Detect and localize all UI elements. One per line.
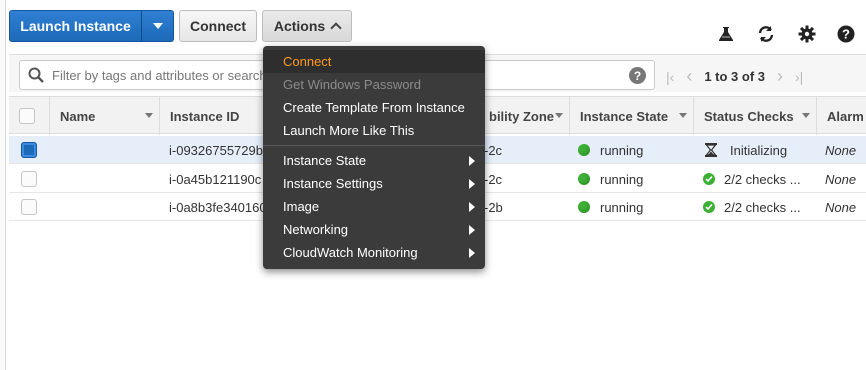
- menu-item-label: CloudWatch Monitoring: [283, 245, 418, 260]
- menu-item-label: Launch More Like This: [283, 123, 415, 138]
- column-header-status-checks[interactable]: Status Checks: [693, 97, 816, 135]
- chevron-right-icon: [469, 156, 475, 166]
- menu-item-instance-settings[interactable]: Instance Settings: [263, 172, 485, 195]
- column-header-instance-state[interactable]: Instance State: [569, 97, 693, 135]
- alarm-status: None: [825, 171, 857, 187]
- first-page-icon[interactable]: |‹: [666, 69, 674, 85]
- instance-name: [59, 165, 159, 193]
- column-header-az-label: bility Zone: [489, 108, 554, 124]
- instance-state-label: running: [600, 142, 644, 158]
- menu-item-image[interactable]: Image: [263, 195, 485, 218]
- row-select-cell: [21, 193, 37, 221]
- menu-item-connect[interactable]: Connect: [263, 50, 485, 73]
- menu-item-cloudwatch-monitoring[interactable]: CloudWatch Monitoring: [263, 241, 485, 264]
- connect-label: Connect: [190, 18, 246, 34]
- refresh-icon[interactable]: [756, 24, 776, 44]
- hourglass-icon: [705, 143, 717, 157]
- check-circle-icon: [703, 201, 715, 213]
- column-header-instance-id-label: Instance ID: [170, 108, 240, 124]
- running-status-icon: [578, 201, 590, 213]
- sort-caret-icon: [555, 113, 563, 118]
- instance-state: running: [578, 136, 688, 164]
- column-header-status-label: Status Checks: [704, 108, 794, 124]
- menu-item-instance-state[interactable]: Instance State: [263, 149, 485, 172]
- gear-icon[interactable]: [797, 24, 817, 44]
- sort-caret-icon: [679, 113, 687, 118]
- status-checks-label: 2/2 checks ...: [724, 199, 801, 215]
- chevron-down-icon: [152, 23, 163, 29]
- status-checks-label: Initializing: [730, 142, 788, 158]
- actions-menu: Connect Get Windows Password Create Temp…: [263, 46, 485, 269]
- instance-state: running: [578, 165, 688, 193]
- menu-item-label: Instance Settings: [283, 176, 383, 191]
- menu-item-networking[interactable]: Networking: [263, 218, 485, 241]
- sort-caret-icon: [145, 113, 153, 118]
- running-status-icon: [578, 173, 590, 185]
- page-range: 1 to 3 of 3: [704, 69, 765, 84]
- launch-instance-button[interactable]: Launch Instance: [9, 10, 142, 42]
- prev-page-icon[interactable]: ‹: [686, 66, 692, 87]
- column-header-alarm-status[interactable]: Alarm: [816, 97, 866, 135]
- launch-options-dropdown-button[interactable]: [141, 10, 174, 42]
- pagination: |‹ ‹ 1 to 3 of 3 › ›|: [666, 66, 803, 87]
- row-select-cell: [21, 165, 37, 193]
- select-all-cell: [9, 97, 49, 135]
- menu-item-label: Image: [283, 199, 320, 214]
- connect-button[interactable]: Connect: [179, 10, 257, 42]
- column-header-state-label: Instance State: [580, 108, 669, 124]
- launch-instance-label: Launch Instance: [20, 18, 131, 34]
- help-icon[interactable]: ?: [836, 24, 856, 44]
- sort-caret-icon: [802, 113, 810, 118]
- menu-item-get-windows-password: Get Windows Password: [263, 73, 485, 96]
- svg-text:?: ?: [842, 27, 850, 42]
- availability-zone: -2c: [484, 142, 503, 158]
- alarm-status: None: [825, 199, 857, 215]
- column-header-name-label: Name: [60, 108, 96, 124]
- column-header-availability-zone[interactable]: bility Zone: [479, 97, 569, 135]
- menu-item-label: Create Template From Instance: [283, 100, 465, 115]
- menu-item-label: Get Windows Password: [283, 77, 421, 92]
- column-header-alarm-label: Alarm: [827, 108, 864, 124]
- row-checkbox[interactable]: [21, 171, 37, 187]
- instance-name: [59, 193, 159, 221]
- chevron-up-icon: [330, 22, 342, 34]
- status-checks: 2/2 checks ...: [703, 165, 813, 193]
- row-select-cell: [21, 136, 37, 164]
- status-checks-label: 2/2 checks ...: [724, 171, 801, 187]
- select-all-checkbox[interactable]: [19, 108, 35, 124]
- running-status-icon: [578, 144, 590, 156]
- chevron-right-icon: [469, 248, 475, 258]
- chevron-right-icon: [469, 202, 475, 212]
- filter-help-icon[interactable]: ?: [629, 67, 646, 84]
- actions-button[interactable]: Actions: [262, 10, 352, 42]
- alarm-status: None: [825, 142, 857, 158]
- chevron-right-icon: [469, 225, 475, 235]
- instance-state-label: running: [600, 171, 644, 187]
- actions-label: Actions: [273, 18, 326, 34]
- chevron-right-icon: [469, 179, 475, 189]
- menu-item-label: Networking: [283, 222, 349, 237]
- search-icon: [28, 67, 44, 83]
- instance-state: running: [578, 193, 688, 221]
- menu-item-label: Instance State: [283, 153, 367, 168]
- availability-zone: -2b: [484, 199, 503, 215]
- status-checks: Initializing: [705, 136, 813, 164]
- left-nav-edge: [0, 0, 6, 370]
- menu-item-label: Connect: [283, 54, 332, 69]
- last-page-icon[interactable]: ›|: [795, 69, 803, 85]
- row-checkbox[interactable]: [21, 142, 37, 158]
- row-checkbox[interactable]: [21, 199, 37, 215]
- status-checks: 2/2 checks ...: [703, 193, 813, 221]
- menu-item-create-template[interactable]: Create Template From Instance: [263, 96, 485, 119]
- column-header-name[interactable]: Name: [49, 97, 159, 135]
- flask-icon[interactable]: [716, 24, 736, 44]
- filter-help-glyph: ?: [633, 68, 642, 83]
- next-page-icon[interactable]: ›: [777, 66, 783, 87]
- availability-zone: -2c: [484, 171, 503, 187]
- menu-item-launch-more-like-this[interactable]: Launch More Like This: [263, 119, 485, 142]
- menu-separator: [263, 145, 485, 146]
- instance-name: [59, 136, 159, 164]
- instance-state-label: running: [600, 199, 644, 215]
- check-circle-icon: [703, 173, 715, 185]
